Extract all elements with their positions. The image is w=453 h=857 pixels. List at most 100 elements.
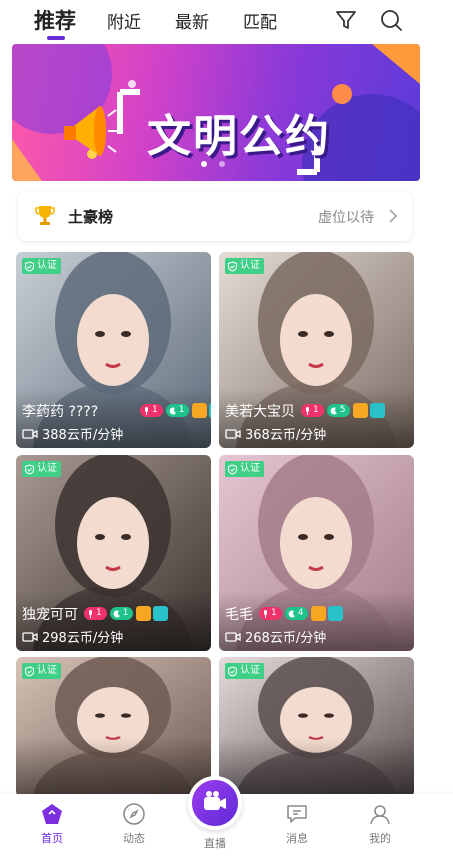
nav-home[interactable]: 首页	[22, 802, 82, 846]
rank-title: 土豪榜	[68, 208, 114, 226]
verified-label: 认证	[240, 463, 260, 474]
voice-icon	[328, 606, 344, 621]
call-price: 388云币/分钟	[22, 424, 123, 443]
shield-check-icon	[25, 260, 34, 272]
tab-recommend[interactable]: 推荐	[34, 5, 76, 35]
verified-badge: 认证	[225, 258, 264, 274]
charm-level-value: 1	[178, 405, 185, 415]
verified-label: 认证	[37, 260, 57, 271]
rich-ranking-row[interactable]: 土豪榜 虚位以待	[18, 191, 412, 241]
mic-icon	[306, 406, 309, 415]
search-icon[interactable]	[379, 8, 403, 32]
call-price-text: 368云币/分钟	[245, 428, 327, 443]
user-card[interactable]: 认证	[219, 657, 414, 797]
banner-pagination	[201, 161, 225, 167]
nav-messages[interactable]: 消息	[267, 802, 327, 846]
verified-label: 认证	[37, 665, 57, 676]
voice-icon	[209, 403, 211, 418]
mic-icon	[89, 609, 92, 618]
shield-check-icon	[228, 260, 237, 272]
gift-icon	[353, 403, 369, 418]
top-nav: 推荐 附近 最新 匹配	[0, 0, 453, 44]
video-icon	[225, 631, 241, 642]
user-card[interactable]: 认证	[16, 657, 211, 797]
compass-icon	[123, 803, 145, 825]
nav-profile-label: 我的	[369, 832, 391, 845]
tab-match[interactable]: 匹配	[243, 8, 277, 33]
wealth-level-badge: 1	[301, 404, 324, 417]
gift-icon	[192, 403, 208, 418]
video-icon	[22, 631, 38, 642]
moon-icon	[288, 609, 295, 617]
verified-label: 认证	[240, 260, 260, 271]
profile-icon	[370, 805, 390, 825]
video-icon	[225, 428, 241, 439]
call-price: 268云币/分钟	[225, 627, 326, 646]
level-badges: 1 1	[140, 403, 211, 418]
user-name: 独宠可可	[22, 607, 78, 623]
user-name: 美若大宝贝	[225, 404, 295, 420]
call-price: 368云币/分钟	[225, 424, 326, 443]
verified-badge: 认证	[22, 461, 61, 477]
charm-level-value: 4	[297, 608, 304, 618]
shield-check-icon	[25, 665, 34, 677]
charm-level-badge: 5	[326, 404, 351, 417]
nav-moments[interactable]: 动态	[104, 802, 164, 846]
user-card[interactable]: 认证 独宠可可 1 1 298云币/分钟	[16, 455, 211, 651]
verified-badge: 认证	[225, 663, 264, 679]
wealth-level-badge: 1	[140, 404, 163, 417]
filter-icon[interactable]	[334, 8, 358, 32]
message-icon	[287, 805, 307, 823]
trophy-icon	[34, 204, 56, 230]
video-icon	[22, 428, 38, 439]
voice-icon	[370, 403, 386, 418]
wealth-level-value: 1	[313, 405, 319, 415]
shield-check-icon	[25, 463, 34, 475]
mic-icon	[264, 609, 267, 618]
user-name: 毛毛	[225, 607, 253, 623]
wealth-level-value: 1	[152, 405, 158, 415]
mic-icon	[145, 406, 148, 415]
gift-icon	[136, 606, 152, 621]
moon-icon	[113, 609, 120, 617]
video-camera-icon	[204, 791, 226, 810]
home-icon	[42, 804, 62, 824]
call-price-text: 388云币/分钟	[42, 428, 124, 443]
banner-title: 文明公约	[147, 111, 331, 162]
live-button[interactable]	[188, 776, 242, 830]
nav-moments-label: 动态	[123, 832, 145, 845]
shield-check-icon	[228, 665, 237, 677]
call-price-text: 268云币/分钟	[245, 631, 327, 646]
verified-badge: 认证	[225, 461, 264, 477]
tab-latest[interactable]: 最新	[175, 8, 209, 33]
verified-label: 认证	[37, 463, 57, 474]
charm-level-value: 1	[122, 608, 129, 618]
wealth-level-value: 1	[271, 608, 277, 618]
tab-nearby[interactable]: 附近	[107, 8, 141, 33]
level-badges: 1 1	[84, 606, 170, 621]
verified-label: 认证	[240, 665, 260, 676]
nav-messages-label: 消息	[286, 832, 308, 845]
level-badges: 1 4	[259, 606, 345, 621]
user-card[interactable]: 认证 毛毛 1 4 268云币/分钟	[219, 455, 414, 651]
charm-level-badge: 1	[109, 607, 134, 620]
active-tab-indicator	[47, 36, 65, 40]
photo-shade	[16, 737, 211, 797]
nav-home-label: 首页	[41, 832, 63, 845]
call-price: 298云币/分钟	[22, 627, 123, 646]
user-card[interactable]: 认证 美若大宝贝 1 5 368云币/分钟	[219, 252, 414, 448]
level-badges: 1 5	[301, 403, 387, 418]
wealth-level-value: 1	[96, 608, 102, 618]
gift-icon	[311, 606, 327, 621]
wealth-level-badge: 1	[259, 607, 282, 620]
user-card[interactable]: 认证 李药药 ???? 1 1 388云币/分钟	[16, 252, 211, 448]
verified-badge: 认证	[22, 663, 61, 679]
user-name: 李药药 ????	[22, 404, 99, 420]
charm-level-badge: 1	[165, 404, 190, 417]
photo-shade	[219, 737, 414, 797]
shield-check-icon	[228, 463, 237, 475]
charm-level-badge: 4	[284, 607, 309, 620]
nav-profile[interactable]: 我的	[350, 802, 410, 846]
call-price-text: 298云币/分钟	[42, 631, 124, 646]
wealth-level-badge: 1	[84, 607, 107, 620]
